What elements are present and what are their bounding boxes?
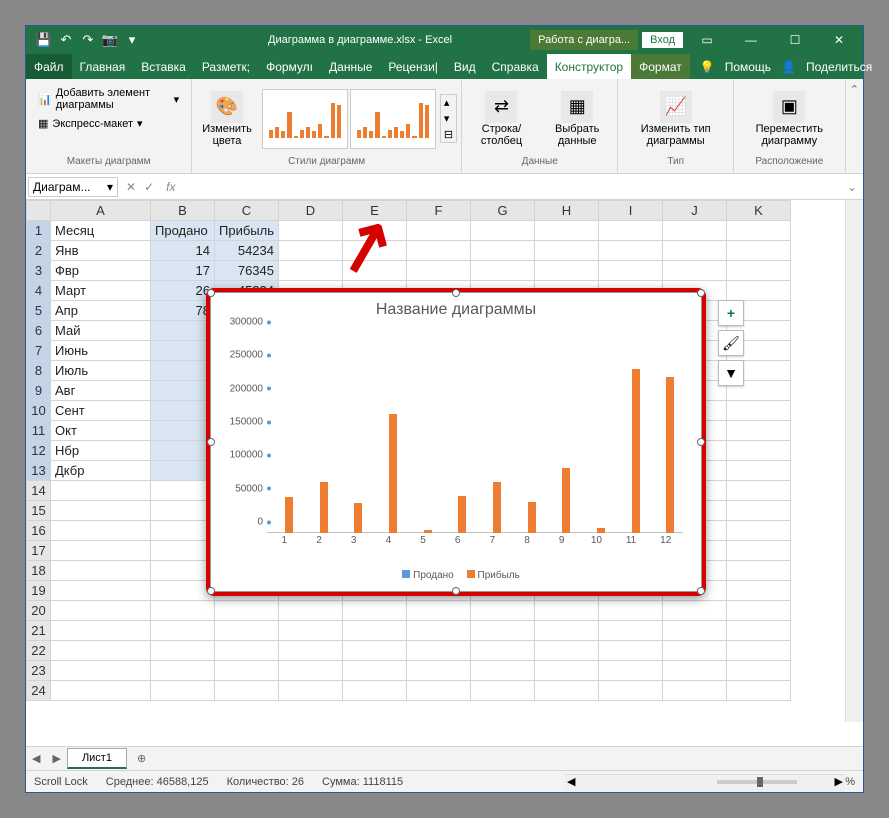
tell-me-label[interactable]: Помощь [725, 60, 771, 74]
status-sum: Сумма: 1118115 [322, 776, 403, 788]
quick-layout-button[interactable]: ▦Экспресс-макет ▾ [32, 115, 149, 132]
redo-icon[interactable]: ↷ [80, 32, 96, 48]
share-label[interactable]: Поделиться [806, 60, 872, 74]
gallery-up-icon[interactable]: ▴ [441, 95, 456, 110]
status-average: Среднее: 46588,125 [106, 776, 209, 788]
chart-type-icon: 📈 [660, 91, 692, 123]
vertical-scrollbar[interactable] [845, 200, 863, 722]
legend-swatch-2 [467, 570, 475, 578]
save-icon[interactable]: 💾 [36, 32, 52, 48]
share-icon[interactable]: 👤 [781, 60, 796, 74]
confirm-formula-icon[interactable]: ✓ [144, 180, 154, 194]
chart-x-axis: 123456789101112 [267, 535, 683, 549]
camera-icon[interactable]: 📷 [102, 32, 118, 48]
scroll-lock-indicator: Scroll Lock [34, 776, 88, 788]
tab-file[interactable]: Файл [26, 54, 72, 79]
switch-row-column-button[interactable]: ⇄Строка/ столбец [466, 89, 537, 149]
legend-swatch-1 [402, 570, 410, 578]
group-label-location: Расположение [755, 154, 823, 169]
switch-icon: ⇄ [485, 91, 517, 123]
document-title: Диаграмма в диаграмме.xlsx - Excel [150, 34, 530, 46]
hscroll-left-icon[interactable]: ◀ [567, 775, 575, 788]
sheet-tab-bar: ◀ ▶ Лист1 ⊕ ◀ ▶ [26, 746, 863, 770]
palette-icon: 🎨 [211, 91, 243, 123]
tell-me-icon[interactable]: 💡 [700, 60, 715, 74]
group-label-styles: Стили диаграмм [288, 154, 365, 169]
chart-elements-button[interactable]: + [718, 300, 744, 326]
cancel-formula-icon[interactable]: ✕ [126, 180, 136, 194]
chart-title[interactable]: Название диаграммы [211, 293, 701, 327]
tab-review[interactable]: Рецензи| [380, 54, 446, 79]
chart-plot-area[interactable]: 050000100000150000200000250000300000 [267, 333, 683, 533]
zoom-slider[interactable] [717, 780, 797, 784]
group-label-layouts: Макеты диаграмм [67, 154, 151, 169]
expand-formula-icon[interactable]: ⌄ [841, 180, 863, 194]
fx-label[interactable]: fx [160, 180, 181, 194]
select-data-button[interactable]: ▦Выбрать данные [541, 89, 614, 149]
chart-filters-button[interactable]: ▼ [718, 360, 744, 386]
tab-format[interactable]: Формат [631, 54, 690, 79]
tab-formulas[interactable]: Формулı [258, 54, 321, 79]
context-tab-label: Работа с диагра... [530, 30, 638, 50]
name-box[interactable]: Диаграм...▾ [28, 177, 118, 197]
ribbon-options-icon[interactable]: ▭ [687, 26, 727, 54]
chart-styles-button[interactable]: 🖌 [718, 330, 744, 356]
hscroll-right-icon[interactable]: ▶ [835, 775, 843, 788]
quick-layout-icon: ▦ [38, 117, 48, 130]
gallery-more-icon[interactable]: ⊟ [441, 127, 456, 142]
add-chart-element-button[interactable]: 📊Добавить элемент диаграммы ▾ [32, 85, 185, 113]
style-thumb-2[interactable] [350, 89, 436, 149]
titlebar: 💾 ↶ ↷ 📷 ▾ Диаграмма в диаграмме.xlsx - E… [26, 26, 863, 54]
group-label-type: Тип [667, 154, 684, 169]
ribbon-tabs: Файл Главная Вставка Разметк; Формулı Да… [26, 54, 863, 79]
add-sheet-button[interactable]: ⊕ [127, 752, 156, 765]
chart-legend[interactable]: Продано Прибыль [211, 570, 701, 581]
chart-side-buttons: + 🖌 ▼ [718, 300, 744, 386]
chart-styles-gallery[interactable] [262, 89, 436, 149]
minimize-icon[interactable]: — [731, 26, 771, 54]
qat-dropdown-icon[interactable]: ▾ [124, 32, 140, 48]
sheet-tab-1[interactable]: Лист1 [67, 748, 127, 769]
group-label-data: Данные [522, 154, 558, 169]
sheet-nav-prev-icon[interactable]: ◀ [26, 752, 46, 765]
change-chart-type-button[interactable]: 📈Изменить тип диаграммы [622, 89, 728, 149]
formula-bar: Диаграм...▾ ✕ ✓ fx ⌄ [26, 174, 863, 200]
style-thumb-1[interactable] [262, 89, 348, 149]
select-data-icon: ▦ [561, 91, 593, 123]
add-element-icon: 📊 [38, 93, 52, 106]
undo-icon[interactable]: ↶ [58, 32, 74, 48]
namebox-dropdown-icon[interactable]: ▾ [107, 180, 113, 194]
app-window: 💾 ↶ ↷ 📷 ▾ Диаграмма в диаграмме.xlsx - E… [25, 25, 864, 793]
login-button[interactable]: Вход [642, 32, 683, 48]
tab-home[interactable]: Главная [72, 54, 134, 79]
ribbon: 📊Добавить элемент диаграммы ▾ ▦Экспресс-… [26, 79, 863, 174]
tab-layout[interactable]: Разметк; [194, 54, 258, 79]
sheet-nav-next-icon[interactable]: ▶ [46, 752, 66, 765]
maximize-icon[interactable]: ☐ [775, 26, 815, 54]
horizontal-scrollbar[interactable]: ◀ ▶ [565, 774, 845, 792]
tab-design[interactable]: Конструктор [547, 54, 631, 79]
status-count: Количество: 26 [227, 776, 304, 788]
collapse-ribbon-icon[interactable]: ⌃ [850, 83, 859, 96]
quick-access-toolbar: 💾 ↶ ↷ 📷 ▾ [26, 32, 150, 48]
move-chart-button[interactable]: ▣Переместить диаграмму [738, 89, 841, 149]
tab-insert[interactable]: Вставка [133, 54, 194, 79]
tab-data[interactable]: Данные [321, 54, 380, 79]
worksheet-area[interactable]: ABCDEFGHIJK1МесяцПроданоПрибыль2Янв14542… [26, 200, 863, 746]
tab-help[interactable]: Справка [484, 54, 547, 79]
chart-object[interactable]: Название диаграммы 050000100000150000200… [206, 288, 706, 596]
gallery-down-icon[interactable]: ▾ [441, 111, 456, 126]
change-colors-button[interactable]: 🎨 Изменить цвета [196, 89, 258, 149]
move-chart-icon: ▣ [773, 91, 805, 123]
tab-view[interactable]: Вид [446, 54, 484, 79]
close-icon[interactable]: ✕ [819, 26, 859, 54]
